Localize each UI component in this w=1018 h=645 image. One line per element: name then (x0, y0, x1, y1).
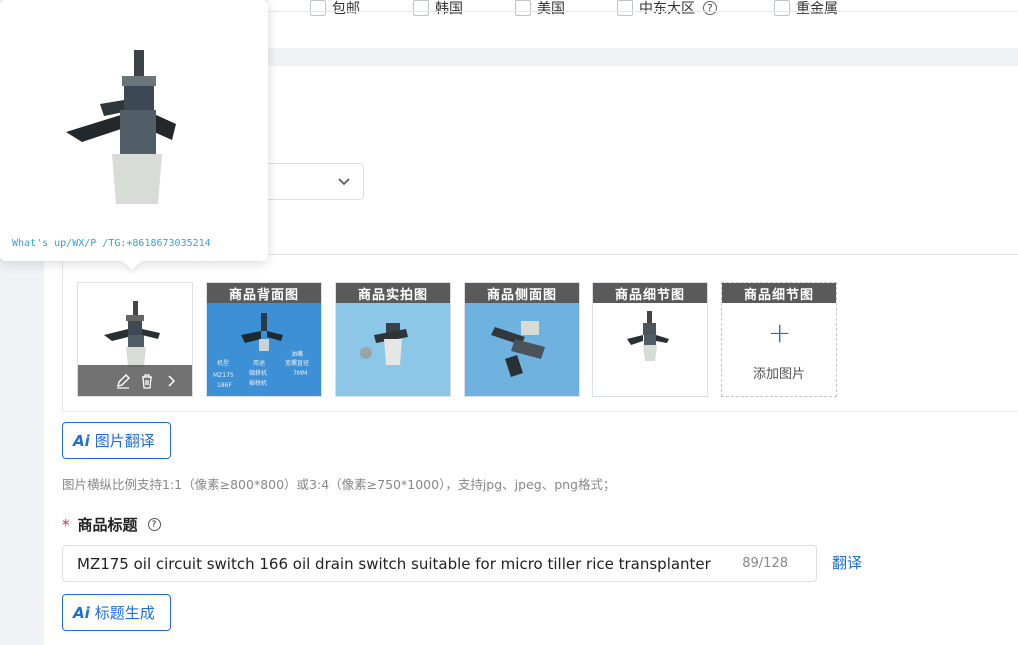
checkbox-heavy-metal[interactable]: 重金属 (774, 0, 838, 18)
svg-text:用途: 用途 (253, 359, 265, 367)
checkbox-free-shipping[interactable]: 包邮 (310, 0, 360, 18)
checkbox-middle-east[interactable]: 中东大区? (617, 0, 717, 18)
svg-text:油嘴: 油嘴 (291, 350, 303, 358)
product-photo: 机型 用途 油嘴 MZ175 微耕机 宽螺直径 186F 插秧机 7MM (213, 313, 309, 389)
thumbnail-detail[interactable]: 商品细节图 (592, 282, 708, 397)
image-format-hint: 图片横纵比例支持1:1（像素≥800*800）或3:4（像素≥750*1000）… (62, 477, 616, 492)
checkbox-label: 中东大区 (639, 1, 695, 17)
svg-text:186F: 186F (217, 382, 232, 389)
help-icon[interactable]: ? (147, 518, 161, 531)
product-title-input[interactable]: MZ175 oil circuit switch 166 oil drain s… (62, 545, 817, 582)
thumbnail-caption: 商品侧面图 (465, 283, 579, 303)
thumbnail-caption: 商品细节图 (722, 283, 836, 303)
chevron-right-icon[interactable] (163, 373, 179, 389)
add-image-button[interactable]: 商品细节图 + 添加图片 (721, 282, 837, 397)
svg-text:插秧机: 插秧机 (249, 379, 267, 387)
divider (268, 11, 1018, 12)
thumbnail-caption: 商品细节图 (593, 283, 707, 303)
checkbox-label: 重金属 (796, 1, 838, 17)
button-label: 图片翻译 (94, 432, 155, 450)
thumbnail-back[interactable]: 商品背面图 机型 用途 油嘴 MZ175 微耕机 宽螺直径 186F 插秧机 7… (206, 282, 322, 397)
help-icon[interactable]: ? (703, 1, 717, 15)
product-photo (360, 323, 408, 365)
thumbnail-real[interactable]: 商品实拍图 (335, 282, 451, 397)
svg-text:微耕机: 微耕机 (249, 369, 267, 377)
watermark-text: What's up/WX/P /TG:+8618673035214 (12, 238, 211, 249)
svg-text:宽螺直径: 宽螺直径 (285, 359, 309, 367)
chevron-down-icon (338, 178, 350, 186)
add-image-label: 添加图片 (752, 367, 805, 382)
trash-icon[interactable] (139, 373, 155, 389)
svg-text:7MM: 7MM (293, 370, 307, 377)
checkbox-label: 包邮 (332, 1, 360, 17)
checkbox-label: 韩国 (435, 1, 463, 17)
char-counter: 89/128 (742, 556, 788, 571)
svg-text:机型: 机型 (217, 359, 229, 367)
checkbox-label: 美国 (537, 1, 565, 17)
ai-icon: Ai (73, 603, 90, 622)
thumbnail-caption: 商品背面图 (207, 283, 321, 303)
checkbox-box[interactable] (774, 0, 790, 16)
filter-strip: 包邮 韩国 美国 中东大区? 重金属 (268, 0, 1018, 48)
thumbnail-main[interactable] (77, 282, 193, 397)
translate-link[interactable]: 翻译 (832, 552, 862, 573)
required-mark: * (62, 515, 70, 534)
checkbox-box[interactable] (413, 0, 429, 16)
category-select[interactable] (266, 163, 364, 200)
ai-icon: Ai (73, 431, 90, 450)
thumbnail-tools (78, 365, 192, 396)
thumbnail-side[interactable]: 商品侧面图 (464, 282, 580, 397)
checkbox-box[interactable] (310, 0, 326, 16)
product-photo (627, 311, 669, 361)
thumbnail-caption: 商品实拍图 (336, 283, 450, 303)
checkbox-usa[interactable]: 美国 (515, 0, 565, 18)
checkbox-row: 包邮 韩国 美国 中东大区? 重金属 (268, 0, 1018, 20)
title-field-label: * 商品标题 ? (62, 514, 161, 535)
plus-icon: + (768, 316, 792, 349)
label-text: 商品标题 (77, 516, 138, 534)
image-preview-popover: What's up/WX/P /TG:+8618673035214 (0, 0, 268, 271)
title-value: MZ175 oil circuit switch 166 oil drain s… (77, 554, 711, 573)
checkbox-box[interactable] (617, 0, 633, 16)
title-generate-button[interactable]: Ai 标题生成 (62, 594, 171, 631)
edit-icon[interactable] (115, 373, 131, 389)
image-translate-button[interactable]: Ai 图片翻译 (62, 422, 171, 459)
svg-text:MZ175: MZ175 (213, 372, 234, 379)
oil-switch-image (104, 301, 160, 367)
checkbox-korea[interactable]: 韩国 (413, 0, 463, 18)
checkbox-box[interactable] (515, 0, 531, 16)
button-label: 标题生成 (94, 604, 155, 622)
product-photo (491, 321, 545, 377)
preview-image (66, 50, 176, 204)
